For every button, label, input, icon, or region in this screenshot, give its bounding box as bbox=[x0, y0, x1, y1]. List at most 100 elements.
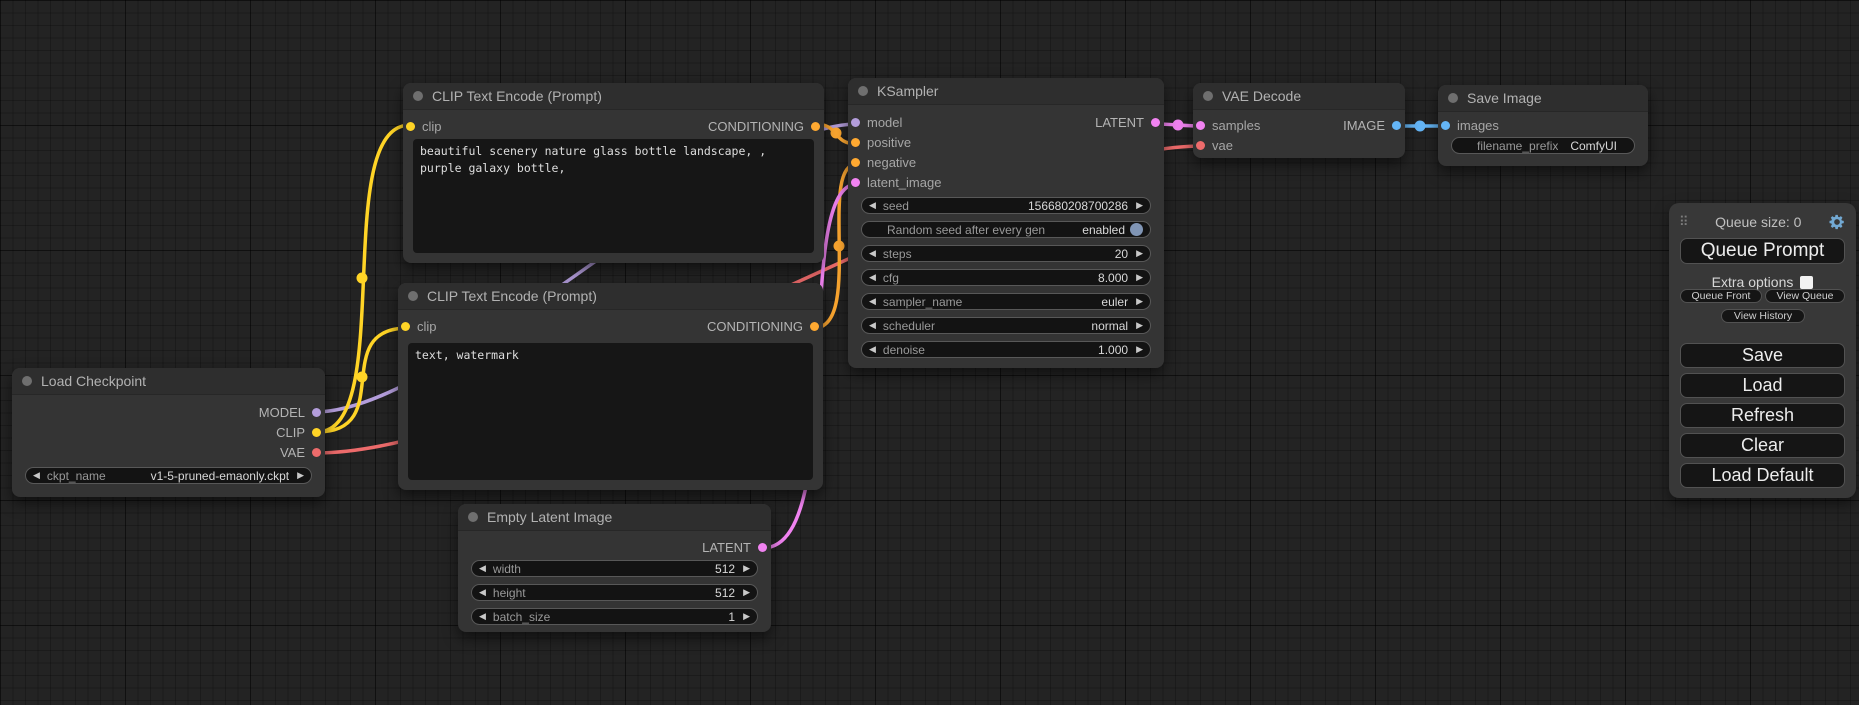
queue-front-button[interactable]: Queue Front bbox=[1680, 289, 1762, 303]
queue-prompt-button[interactable]: Queue Prompt bbox=[1680, 238, 1845, 264]
filename-prefix-widget[interactable]: filename_prefix ComfyUI bbox=[1451, 137, 1635, 154]
seed-widget[interactable]: ◀ seed 156680208700286 ▶ bbox=[861, 197, 1151, 214]
output-label: LATENT bbox=[702, 540, 751, 555]
next-option-arrow-icon[interactable]: ▶ bbox=[297, 471, 304, 480]
node-clip-text-encode-negative[interactable]: CLIP Text Encode (Prompt) clip CONDITION… bbox=[398, 283, 823, 490]
wire-midpoint-dot bbox=[831, 128, 842, 139]
input-slot-vae[interactable] bbox=[1196, 141, 1205, 150]
load-button[interactable]: Load bbox=[1680, 373, 1845, 398]
input-label: model bbox=[867, 115, 902, 130]
output-slot-conditioning[interactable] bbox=[811, 122, 820, 131]
view-queue-button[interactable]: View Queue bbox=[1765, 289, 1845, 303]
input-slot-images[interactable] bbox=[1441, 121, 1450, 130]
node-title-bar[interactable]: Load Checkpoint bbox=[12, 368, 325, 395]
ckpt-name-widget[interactable]: ◀ ckpt_name v1-5-pruned-emaonly.ckpt ▶ bbox=[25, 467, 312, 484]
node-title-bar[interactable]: CLIP Text Encode (Prompt) bbox=[398, 283, 823, 310]
clear-button[interactable]: Clear bbox=[1680, 433, 1845, 458]
drag-handle-icon[interactable]: ⠿ bbox=[1679, 214, 1689, 230]
denoise-widget[interactable]: ◀ denoise 1.000 ▶ bbox=[861, 341, 1151, 358]
increment-arrow-icon[interactable]: ▶ bbox=[1136, 345, 1143, 354]
input-slot-clip[interactable] bbox=[406, 122, 415, 131]
wire-midpoint-dot bbox=[357, 372, 368, 383]
input-slot-clip[interactable] bbox=[401, 322, 410, 331]
steps-widget[interactable]: ◀ steps 20 ▶ bbox=[861, 245, 1151, 262]
decrement-arrow-icon[interactable]: ◀ bbox=[869, 345, 876, 354]
output-slot-vae[interactable] bbox=[312, 448, 321, 457]
output-slot-latent[interactable] bbox=[758, 543, 767, 552]
refresh-button[interactable]: Refresh bbox=[1680, 403, 1845, 428]
height-widget[interactable]: ◀ height 512 ▶ bbox=[471, 584, 758, 601]
node-status-dot bbox=[1203, 91, 1213, 101]
wire-midpoint-dot bbox=[834, 241, 845, 252]
queue-size-label: Queue size: 0 bbox=[1689, 214, 1828, 230]
node-ksampler[interactable]: KSampler model LATENT positive negative … bbox=[848, 78, 1164, 368]
decrement-arrow-icon[interactable]: ◀ bbox=[479, 612, 486, 621]
output-slot-conditioning[interactable] bbox=[810, 322, 819, 331]
decrement-arrow-icon[interactable]: ◀ bbox=[869, 249, 876, 258]
prompt-textarea[interactable]: text, watermark bbox=[408, 343, 813, 480]
settings-gear-icon[interactable] bbox=[1828, 213, 1846, 231]
increment-arrow-icon[interactable]: ▶ bbox=[1136, 321, 1143, 330]
output-slot-latent[interactable] bbox=[1151, 118, 1160, 127]
input-label: negative bbox=[867, 155, 916, 170]
node-empty-latent-image[interactable]: Empty Latent Image LATENT ◀ width 512 ▶ … bbox=[458, 504, 771, 632]
wire-midpoint-dot bbox=[357, 273, 368, 284]
save-button[interactable]: Save bbox=[1680, 343, 1845, 368]
increment-arrow-icon[interactable]: ▶ bbox=[1136, 273, 1143, 282]
extra-options-checkbox[interactable] bbox=[1800, 276, 1813, 289]
view-history-button[interactable]: View History bbox=[1721, 309, 1805, 323]
toggle-knob[interactable] bbox=[1130, 223, 1143, 236]
node-title-bar[interactable]: VAE Decode bbox=[1193, 83, 1405, 110]
output-slot-model[interactable] bbox=[312, 408, 321, 417]
random-seed-toggle-widget[interactable]: Random seed after every gen enabled bbox=[861, 221, 1151, 238]
increment-arrow-icon[interactable]: ▶ bbox=[743, 612, 750, 621]
input-slot-samples[interactable] bbox=[1196, 121, 1205, 130]
decrement-arrow-icon[interactable]: ◀ bbox=[479, 588, 486, 597]
increment-arrow-icon[interactable]: ▶ bbox=[743, 588, 750, 597]
decrement-arrow-icon[interactable]: ◀ bbox=[869, 273, 876, 282]
output-label: CLIP bbox=[276, 425, 305, 440]
output-slot-image[interactable] bbox=[1392, 121, 1401, 130]
sampler-name-widget[interactable]: ◀ sampler_name euler ▶ bbox=[861, 293, 1151, 310]
node-vae-decode[interactable]: VAE Decode samples IMAGE vae bbox=[1193, 83, 1405, 158]
input-slot-negative[interactable] bbox=[851, 158, 860, 167]
decrement-arrow-icon[interactable]: ◀ bbox=[479, 564, 486, 573]
batch-size-widget[interactable]: ◀ batch_size 1 ▶ bbox=[471, 608, 758, 625]
input-label: positive bbox=[867, 135, 911, 150]
increment-arrow-icon[interactable]: ▶ bbox=[743, 564, 750, 573]
node-title-bar[interactable]: Save Image bbox=[1438, 85, 1648, 112]
scheduler-widget[interactable]: ◀ scheduler normal ▶ bbox=[861, 317, 1151, 334]
node-title-bar[interactable]: KSampler bbox=[848, 78, 1164, 105]
input-label: images bbox=[1457, 118, 1499, 133]
increment-arrow-icon[interactable]: ▶ bbox=[1136, 249, 1143, 258]
node-clip-text-encode-positive[interactable]: CLIP Text Encode (Prompt) clip CONDITION… bbox=[403, 83, 824, 263]
node-title-bar[interactable]: Empty Latent Image bbox=[458, 504, 771, 531]
node-status-dot bbox=[1448, 93, 1458, 103]
increment-arrow-icon[interactable]: ▶ bbox=[1136, 297, 1143, 306]
load-default-button[interactable]: Load Default bbox=[1680, 463, 1845, 488]
input-slot-model[interactable] bbox=[851, 118, 860, 127]
node-title: VAE Decode bbox=[1222, 88, 1301, 104]
prompt-textarea[interactable]: beautiful scenery nature glass bottle la… bbox=[413, 139, 814, 253]
node-title: KSampler bbox=[877, 83, 938, 99]
prev-option-arrow-icon[interactable]: ◀ bbox=[33, 471, 40, 480]
cfg-widget[interactable]: ◀ cfg 8.000 ▶ bbox=[861, 269, 1151, 286]
node-save-image[interactable]: Save Image images filename_prefix ComfyU… bbox=[1438, 85, 1648, 166]
output-slot-clip[interactable] bbox=[312, 428, 321, 437]
node-status-dot bbox=[22, 376, 32, 386]
input-slot-latent-image[interactable] bbox=[851, 178, 860, 187]
input-slot-positive[interactable] bbox=[851, 138, 860, 147]
node-status-dot bbox=[413, 91, 423, 101]
input-label: samples bbox=[1212, 118, 1260, 133]
decrement-arrow-icon[interactable]: ◀ bbox=[869, 201, 876, 210]
output-label: VAE bbox=[280, 445, 305, 460]
node-title: CLIP Text Encode (Prompt) bbox=[432, 88, 602, 104]
node-load-checkpoint[interactable]: Load Checkpoint MODEL CLIP VAE ◀ ckpt_na… bbox=[12, 368, 325, 497]
decrement-arrow-icon[interactable]: ◀ bbox=[869, 297, 876, 306]
node-title-bar[interactable]: CLIP Text Encode (Prompt) bbox=[403, 83, 824, 110]
width-widget[interactable]: ◀ width 512 ▶ bbox=[471, 560, 758, 577]
decrement-arrow-icon[interactable]: ◀ bbox=[869, 321, 876, 330]
increment-arrow-icon[interactable]: ▶ bbox=[1136, 201, 1143, 210]
output-label: IMAGE bbox=[1343, 118, 1385, 133]
output-label: CONDITIONING bbox=[708, 119, 804, 134]
